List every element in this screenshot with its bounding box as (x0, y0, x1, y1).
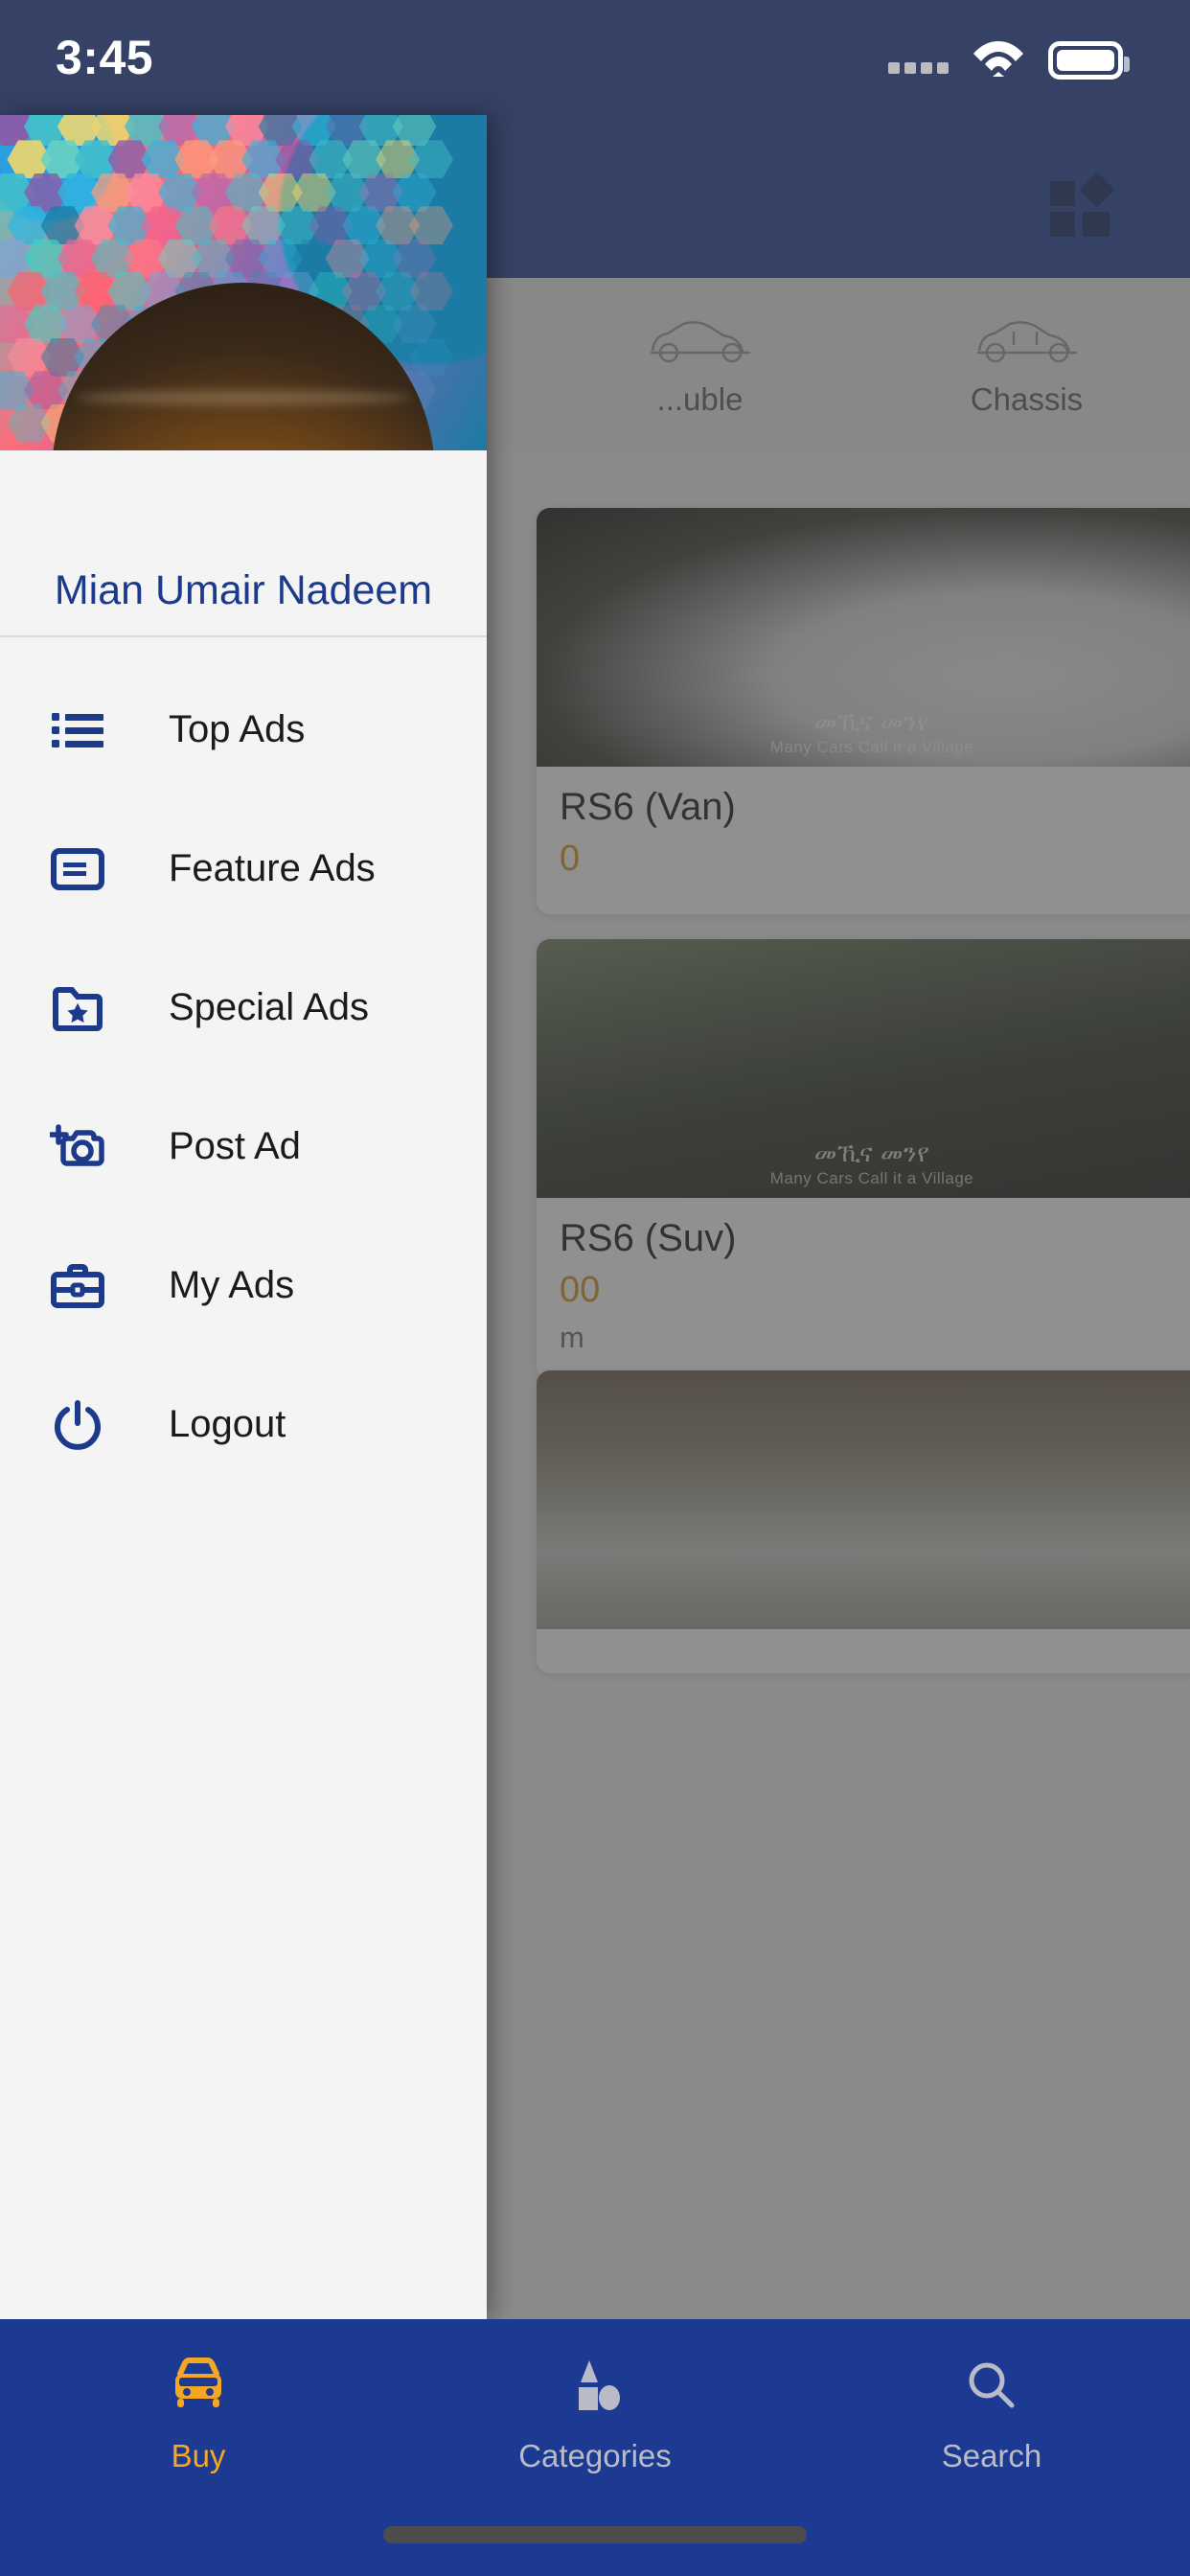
drawer-item-special-ads[interactable]: Special Ads (0, 938, 487, 1077)
drawer-item-label: Post Ad (169, 1125, 301, 1167)
folder-star-icon (48, 978, 107, 1038)
shapes-icon (563, 2354, 627, 2417)
status-bar: 3:45 (0, 0, 1190, 115)
signal-dots-icon (888, 62, 949, 80)
nav-label: Buy (171, 2438, 226, 2473)
add-photo-camera-icon (48, 1117, 107, 1177)
drawer-item-post-ad[interactable]: Post Ad (0, 1077, 487, 1216)
navigation-drawer[interactable]: Mian Umair Nadeem Top Ads Feature Ads Sp… (0, 115, 487, 2319)
battery-icon (1048, 41, 1130, 80)
drawer-item-top-ads[interactable]: Top Ads (0, 660, 487, 799)
briefcase-icon (48, 1256, 107, 1316)
wifi-icon (973, 41, 1023, 77)
drawer-user-row: Mian Umair Nadeem (0, 450, 487, 637)
drawer-item-label: Top Ads (169, 708, 306, 750)
drawer-header (0, 115, 487, 450)
car-front-icon (167, 2354, 230, 2417)
nav-label: Categories (518, 2438, 672, 2473)
nav-item-buy[interactable]: Buy (0, 2354, 397, 2474)
person-silhouette-icon (96, 403, 402, 450)
drawer-item-label: My Ads (169, 1264, 295, 1306)
drawer-item-my-ads[interactable]: My Ads (0, 1216, 487, 1355)
list-icon (48, 701, 107, 760)
status-bar-indicators (888, 35, 1130, 80)
nav-item-categories[interactable]: Categories (397, 2354, 793, 2474)
magnifier-icon (960, 2354, 1023, 2417)
drawer-user-name: Mian Umair Nadeem (54, 567, 433, 613)
home-indicator[interactable] (383, 2526, 807, 2543)
status-bar-clock: 3:45 (56, 31, 154, 84)
drawer-item-logout[interactable]: Logout (0, 1355, 487, 1494)
drawer-item-label: Logout (169, 1403, 286, 1445)
drawer-item-label: Special Ads (169, 986, 370, 1028)
power-icon (48, 1395, 107, 1455)
nav-label: Search (941, 2438, 1042, 2473)
nav-item-search[interactable]: Search (793, 2354, 1190, 2474)
article-card-icon (48, 840, 107, 899)
drawer-item-label: Feature Ads (169, 847, 376, 889)
drawer-menu[interactable]: Top Ads Feature Ads Special Ads Post Ad … (0, 637, 487, 1494)
drawer-item-feature-ads[interactable]: Feature Ads (0, 799, 487, 938)
